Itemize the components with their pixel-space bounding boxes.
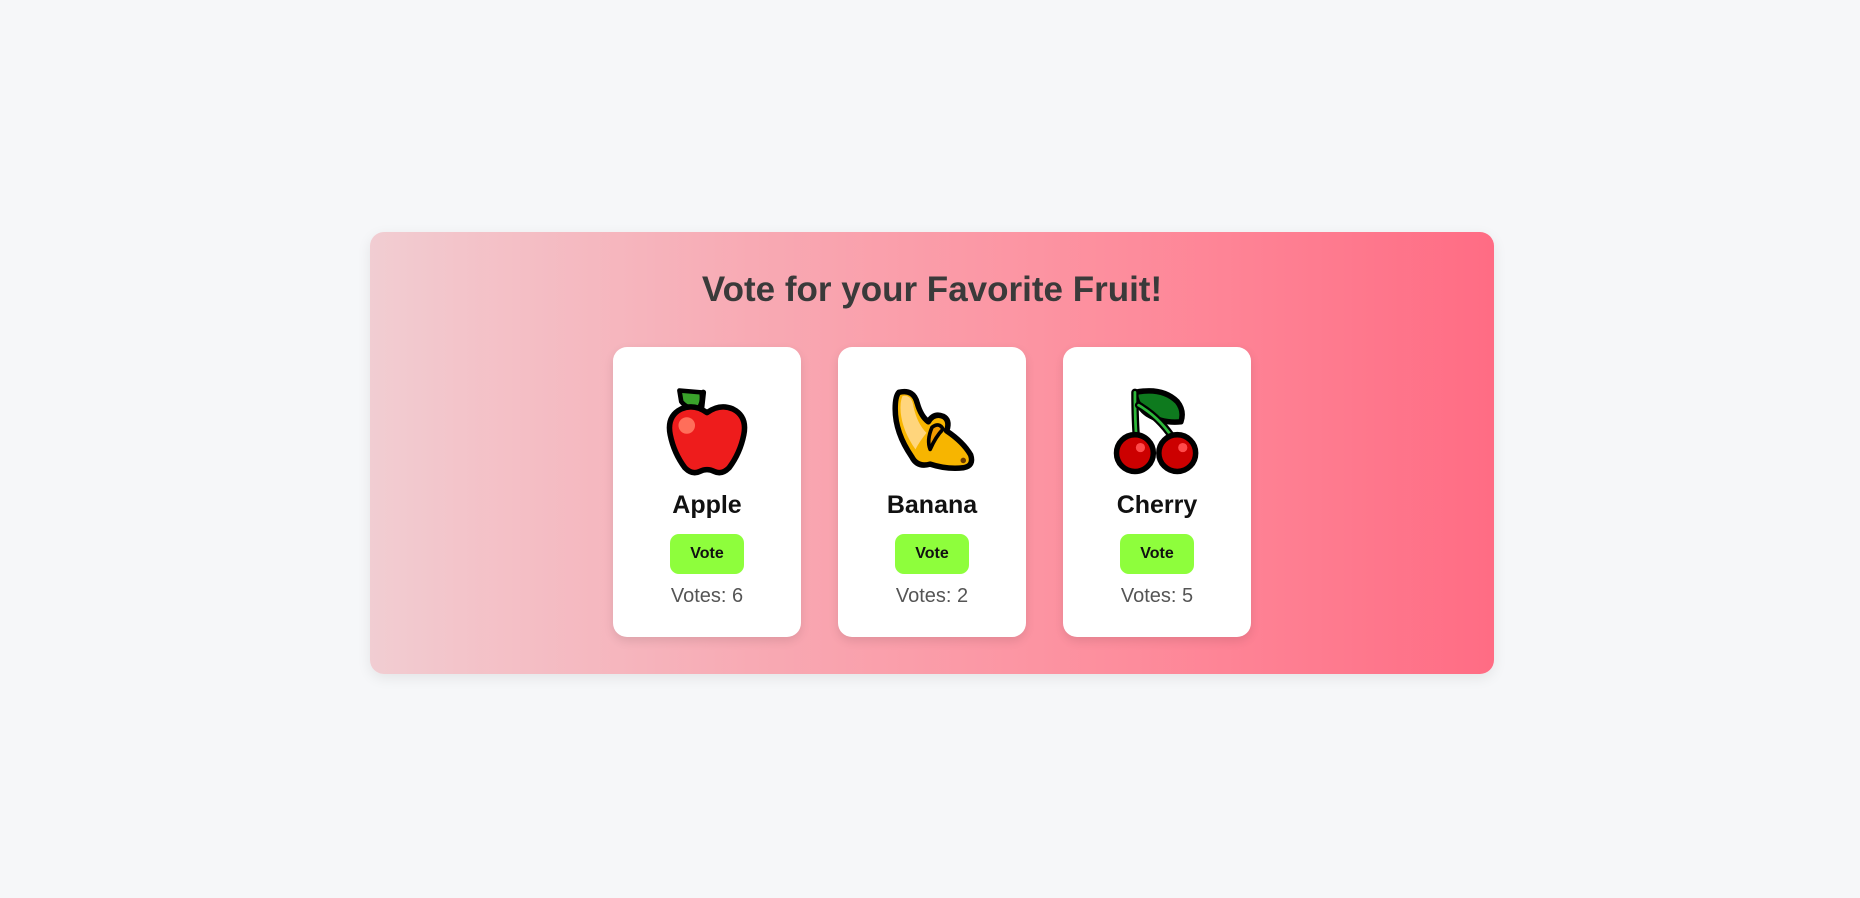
page-title: Vote for your Favorite Fruit! <box>701 270 1163 309</box>
fruit-card-cherry: Cherry Vote Votes: 5 <box>1063 347 1251 637</box>
vote-button-apple[interactable]: Vote <box>670 534 744 574</box>
vote-count: Votes: 6 <box>670 585 744 607</box>
vote-button-cherry[interactable]: Vote <box>1120 534 1194 574</box>
cherry-icon <box>1113 388 1199 475</box>
fruit-card-apple: Apple Vote Votes: 6 <box>613 347 801 637</box>
fruit-name: Banana <box>886 491 978 519</box>
vote-count: Votes: 5 <box>1120 585 1194 607</box>
vote-count: Votes: 2 <box>895 585 969 607</box>
fruit-card-banana: Banana Vote Votes: 2 <box>838 347 1026 637</box>
vote-button-banana[interactable]: Vote <box>895 534 969 574</box>
fruit-name: Apple <box>672 491 742 519</box>
banana-icon <box>892 388 975 472</box>
voting-panel: Vote for your Favorite Fruit! Apple Vote… <box>370 232 1494 674</box>
apple-icon <box>666 388 748 476</box>
fruit-name: Cherry <box>1116 491 1198 519</box>
